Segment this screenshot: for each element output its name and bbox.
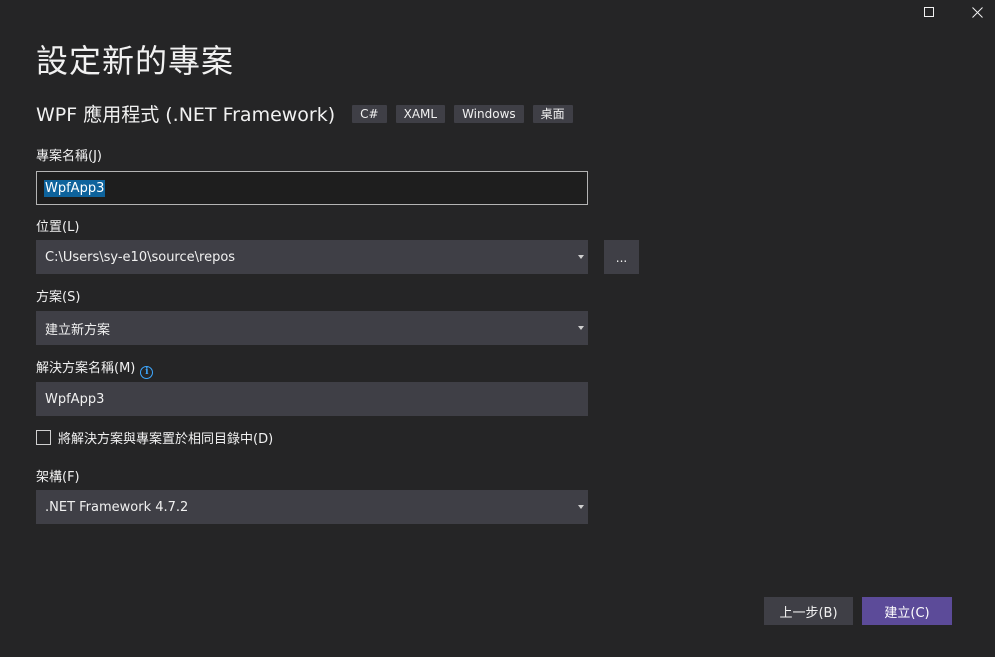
browse-button[interactable]: ... [604, 240, 639, 274]
chevron-down-icon [578, 326, 584, 330]
solution-name-input[interactable]: WpfApp3 [36, 382, 588, 416]
framework-label: 架構(F) [36, 470, 80, 485]
close-icon [971, 6, 983, 18]
project-name-input[interactable]: WpfApp3 [36, 171, 588, 205]
template-name: WPF 應用程式 (.NET Framework) [36, 104, 336, 126]
tag-project-type: 桌面 [532, 104, 573, 123]
location-combobox[interactable]: C:\Users\sy-e10\source\repos [36, 240, 588, 274]
create-button[interactable]: 建立(C) [862, 597, 952, 625]
maximize-icon [924, 7, 934, 17]
solution-value: 建立新方案 [45, 322, 111, 338]
tag-language: C# [352, 104, 387, 123]
page-title: 設定新的專案 [36, 42, 235, 80]
info-icon[interactable]: i [140, 365, 154, 379]
framework-value: .NET Framework 4.7.2 [45, 499, 189, 515]
same-directory-option[interactable]: 將解決方案與專案置於相同目錄中(D) [36, 428, 273, 447]
location-value: C:\Users\sy-e10\source\repos [45, 249, 236, 265]
chevron-down-icon [578, 505, 584, 509]
maximize-button[interactable] [906, 0, 952, 24]
solution-label: 方案(S) [36, 290, 81, 305]
close-button[interactable] [954, 0, 995, 24]
project-name-label: 專案名稱(J) [36, 149, 102, 164]
location-label: 位置(L) [36, 220, 80, 235]
chevron-down-icon [578, 255, 584, 259]
tag-markup: XAML [395, 104, 446, 123]
solution-name-label-row: 解決方案名稱(M) i [36, 357, 154, 379]
framework-dropdown[interactable]: .NET Framework 4.7.2 [36, 490, 588, 524]
same-directory-checkbox[interactable] [36, 430, 51, 445]
solution-name-value: WpfApp3 [45, 391, 105, 407]
template-header: WPF 應用程式 (.NET Framework) C# XAML Window… [36, 100, 582, 127]
project-name-value: WpfApp3 [44, 179, 106, 197]
back-button[interactable]: 上一步(B) [764, 597, 853, 625]
tag-platform: Windows [454, 104, 524, 123]
solution-name-label: 解決方案名稱(M) [36, 361, 136, 376]
solution-dropdown[interactable]: 建立新方案 [36, 311, 588, 345]
same-directory-label: 將解決方案與專案置於相同目錄中(D) [58, 432, 274, 447]
